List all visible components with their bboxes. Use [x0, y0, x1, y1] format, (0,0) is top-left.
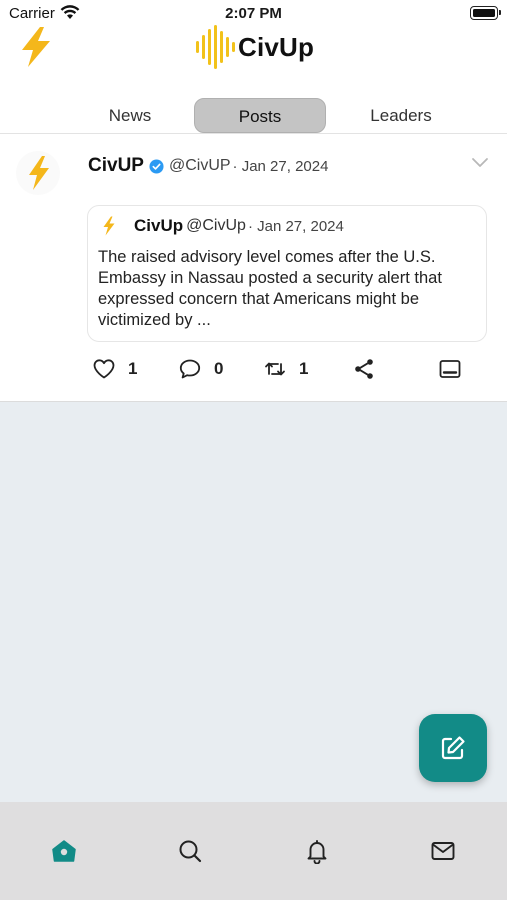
chevron-down-icon[interactable] — [471, 157, 489, 169]
nav-home[interactable] — [49, 836, 79, 866]
share-button[interactable] — [352, 357, 376, 381]
comment-icon — [179, 359, 201, 379]
quoted-author[interactable]: CivUp — [134, 216, 183, 236]
nav-search[interactable] — [175, 836, 205, 866]
post-date: · Jan 27, 2024 — [232, 157, 329, 175]
verified-badge-icon — [149, 158, 164, 174]
quoted-text: The raised advisory level comes after th… — [98, 248, 442, 329]
like-button[interactable]: 1 — [92, 357, 137, 381]
heart-icon — [93, 359, 115, 379]
repost-icon — [265, 362, 285, 376]
repost-button[interactable]: 1 — [263, 357, 308, 381]
bookmark-button[interactable] — [438, 357, 462, 381]
bolt-icon[interactable] — [18, 26, 54, 68]
home-icon — [52, 840, 76, 862]
status-bar: Carrier 2:07 PM — [0, 0, 507, 26]
avatar[interactable] — [16, 151, 60, 195]
search-icon — [179, 840, 202, 863]
repost-count: 1 — [299, 359, 309, 378]
quoted-handle[interactable]: @CivUp — [186, 217, 246, 235]
share-icon — [355, 359, 373, 379]
sound-wave-icon — [196, 25, 235, 69]
bolt-icon — [103, 216, 115, 236]
bolt-icon — [29, 156, 49, 190]
nav-notifications[interactable] — [302, 836, 332, 866]
app-logo: CivUp — [194, 24, 314, 70]
post-header: CivUP @CivUP · Jan 27, 2024 — [88, 155, 328, 177]
comment-button[interactable]: 0 — [178, 357, 223, 381]
save-tray-icon — [439, 360, 461, 378]
like-count: 1 — [128, 359, 138, 378]
post-card[interactable]: CivUP @CivUP · Jan 27, 2024 CivUp @CivUp… — [0, 135, 507, 402]
app-name: CivUp — [238, 31, 315, 62]
top-panel: Carrier 2:07 PM CivUp News Posts Leaders — [0, 0, 507, 402]
compose-icon — [441, 736, 465, 760]
quoted-post-header: CivUp @CivUp · Jan 27, 2024 — [102, 216, 344, 236]
tab-news[interactable]: News — [80, 98, 180, 134]
tab-posts[interactable]: Posts — [194, 98, 326, 133]
post-author[interactable]: CivUP — [88, 155, 144, 177]
bell-icon — [307, 840, 327, 864]
post-handle[interactable]: @CivUP — [169, 157, 231, 175]
bottom-nav — [0, 802, 507, 900]
nav-messages[interactable] — [428, 836, 458, 866]
quoted-post[interactable]: CivUp @CivUp · Jan 27, 2024 The raised a… — [87, 205, 487, 342]
quoted-date: · Jan 27, 2024 — [247, 217, 344, 235]
battery-icon — [470, 6, 501, 20]
clock: 2:07 PM — [225, 5, 282, 22]
feed-tabs: News Posts Leaders — [0, 98, 507, 134]
post-actions: 1 0 1 — [0, 357, 507, 387]
comment-count: 0 — [214, 359, 224, 378]
compose-button[interactable] — [419, 714, 487, 782]
mail-icon — [431, 842, 455, 860]
tab-leaders[interactable]: Leaders — [348, 98, 454, 134]
